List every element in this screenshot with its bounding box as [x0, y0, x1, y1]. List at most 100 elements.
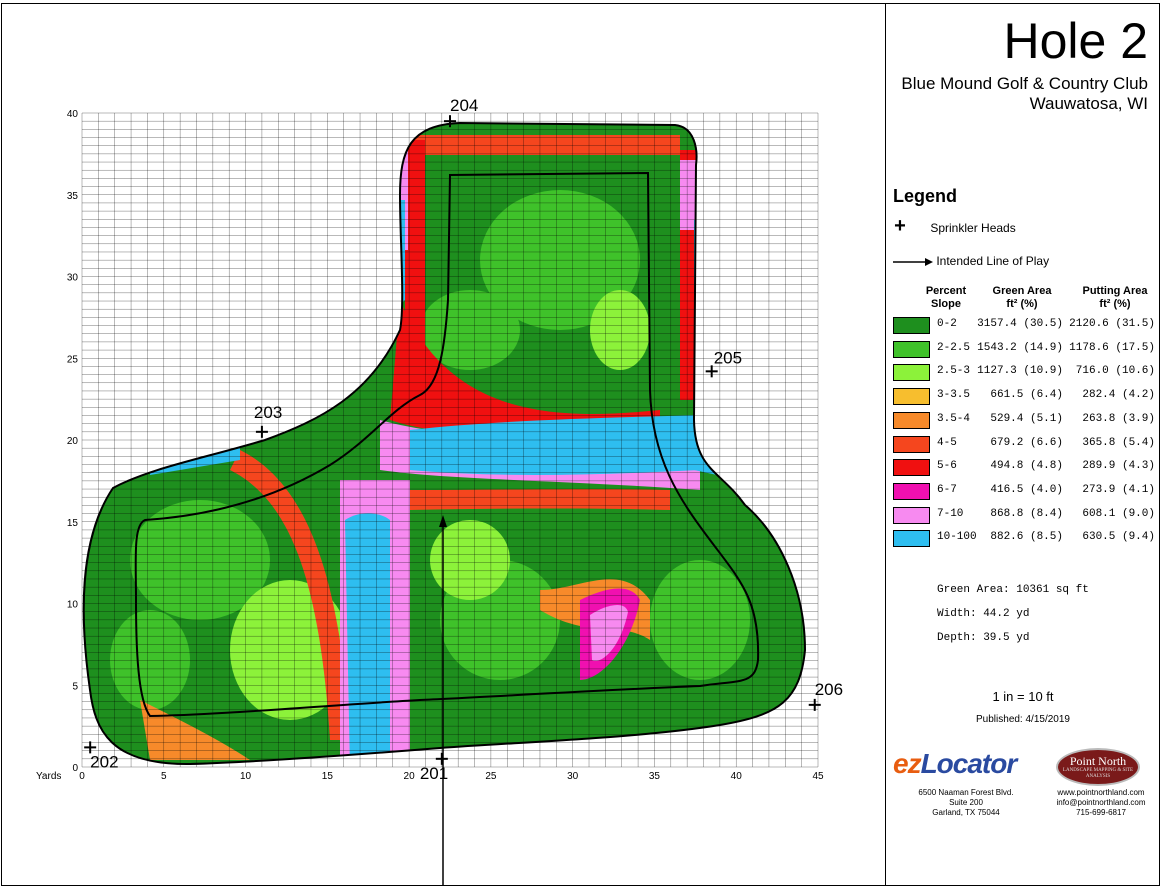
x-tick-label: 35: [649, 771, 661, 782]
column-header-slope: Percent Slope: [922, 285, 970, 311]
green-area-value: 882.6 (8.5): [990, 531, 1063, 544]
putting-area-value: 608.1 (9.0): [1082, 507, 1155, 520]
slope-color-swatch: [893, 317, 930, 334]
y-tick-label: 20: [67, 436, 79, 447]
putting-area-value: 365.8 (5.4): [1082, 436, 1155, 449]
legend-row: 7-10 868.8 (8.4) 608.1 (9.0): [893, 506, 1155, 524]
slope-color-swatch: [893, 388, 930, 406]
x-axis-label: Yards: [36, 771, 61, 782]
legend-row: 0-2 3157.4 (30.5) 2120.6 (31.5): [893, 317, 1155, 334]
y-tick-label: 0: [72, 763, 78, 774]
green-area-value: 1127.3 (10.9): [977, 365, 1063, 378]
green-area-value: 494.8 (4.8): [990, 460, 1063, 473]
point-north-phone: 715-699-6817: [1076, 808, 1126, 817]
putting-area-value: 2120.6 (31.5): [1069, 318, 1155, 330]
x-tick-label: 25: [485, 771, 497, 782]
sprinkler-head-icon: +: [894, 215, 906, 237]
slope-color-swatch: [893, 364, 930, 382]
y-tick-label: 5: [72, 681, 78, 692]
ezlocator-logo-rest: Locator: [920, 748, 1018, 779]
putting-area-value: 1178.6 (17.5): [1069, 341, 1155, 354]
ezlocator-address: 6500 Naaman Forest Blvd. Suite 200 Garla…: [896, 788, 1036, 818]
point-north-tagline: LANDSCAPE MAPPING & SITE ANALYSIS: [1062, 768, 1134, 779]
x-tick-label: 40: [731, 771, 743, 782]
depth-stat: Depth: 39.5 yd: [937, 632, 1030, 644]
column-header-slope-line1: Percent: [925, 285, 967, 297]
green-area-stat: Green Area: 10361 sq ft: [937, 584, 1089, 596]
green-area-value: 661.5 (6.4): [990, 389, 1063, 402]
sprinkler-label: 202: [90, 752, 118, 771]
point-north-website: www.pointnorthland.com: [1057, 788, 1145, 797]
x-tick-label: 15: [322, 771, 334, 782]
legend-row: 2.5-3 1127.3 (10.9) 716.0 (10.6): [893, 364, 1155, 382]
legend-row: 5-6 494.8 (4.8) 289.9 (4.3): [893, 459, 1155, 477]
sprinkler-label: 205: [714, 348, 742, 367]
slope-color-swatch: [893, 435, 930, 453]
slope-range: 3-3.5: [937, 389, 971, 402]
width-stat: Width: 44.2 yd: [937, 608, 1030, 620]
slope-range: 7-10: [937, 507, 964, 520]
line-of-play-icon: [893, 257, 933, 266]
club-name: Blue Mound Golf & Country Club: [901, 74, 1148, 93]
slope-color-swatch: [893, 506, 930, 524]
sprinkler-label: 204: [450, 96, 478, 115]
slope-range: 4-5: [937, 436, 957, 449]
sprinkler-head-202: 202: [84, 741, 119, 771]
sprinkler-head-205: 205: [705, 348, 742, 378]
ezlocator-address-line2: Suite 200: [949, 798, 983, 807]
slope-range: 6-7: [937, 483, 957, 496]
hole-title: Hole 2: [1003, 13, 1148, 69]
club-city: Wauwatosa, WI: [1029, 94, 1148, 113]
sprinkler-head-206: 206: [808, 680, 843, 711]
y-tick-label: 25: [67, 354, 79, 365]
legend-sprinkler-item: + Sprinkler Heads: [893, 216, 1016, 236]
published-date: Published: 4/15/2019: [976, 714, 1070, 725]
x-tick-label: 5: [161, 771, 167, 782]
ezlocator-logo: ezLocator: [893, 748, 1018, 780]
x-tick-label: 10: [240, 771, 252, 782]
column-header-putting-line2: ft² (%): [1099, 298, 1131, 310]
green-area-value: 3157.4 (30.5): [977, 318, 1063, 330]
green-area-value: 868.8 (8.4): [990, 507, 1063, 520]
putting-area-value: 273.9 (4.1): [1082, 483, 1155, 496]
putting-area-value: 282.4 (4.2): [1082, 389, 1155, 402]
x-tick-label: 20: [404, 771, 416, 782]
ezlocator-address-line3: Garland, TX 75044: [932, 808, 1000, 817]
legend-heading: Legend: [893, 186, 958, 206]
green-area-value: 529.4 (5.1): [990, 412, 1063, 425]
y-tick-label: 30: [67, 273, 79, 284]
legend-row: 4-5 679.2 (6.6) 365.8 (5.4): [893, 435, 1155, 453]
slope-color-swatch: [893, 411, 930, 429]
point-north-logo: Point North LANDSCAPE MAPPING & SITE ANA…: [1056, 748, 1140, 786]
slope-color-swatch: [893, 340, 930, 358]
y-tick-label: 35: [67, 191, 79, 202]
map-scale: 1 in = 10 ft: [992, 689, 1054, 704]
legend-row: 2-2.5 1543.2 (14.9) 1178.6 (17.5): [893, 340, 1155, 358]
column-header-putting: Putting Area ft² (%): [1072, 285, 1158, 311]
y-tick-label: 15: [67, 518, 79, 529]
column-header-putting-line1: Putting Area: [1082, 285, 1148, 297]
green-area-value: 679.2 (6.6): [990, 436, 1063, 449]
legend-sprinkler-label: Sprinkler Heads: [930, 221, 1016, 235]
x-tick-label: 45: [812, 771, 824, 782]
green-slope-map: 0 5 10 15 20 25 30 35 40 450510152025303540Yards …: [36, 96, 843, 885]
legend-line-item: Intended Line of Play: [893, 254, 1049, 268]
slope-range: 2-2.5: [937, 341, 971, 354]
slope-range: 0-2: [937, 318, 957, 330]
legend-row: 10-100 882.6 (8.5) 630.5 (9.4): [893, 530, 1155, 548]
green-area-value: 416.5 (4.0): [990, 483, 1063, 496]
ezlocator-logo-ez: ez: [893, 748, 922, 779]
column-header-green: Green Area ft² (%): [982, 285, 1062, 311]
slope-range: 5-6: [937, 460, 957, 473]
slope-color-swatch: [893, 482, 930, 500]
sprinkler-label: 201: [420, 764, 448, 783]
info-panel: Hole 2 Blue Mound Golf & Country Club Wa…: [886, 4, 1160, 884]
sprinkler-head-201: 201: [420, 752, 448, 783]
point-north-email: info@pointnorthland.com: [1056, 798, 1146, 807]
slope-range: 2.5-3: [937, 365, 971, 378]
column-header-green-line2: ft² (%): [1006, 298, 1038, 310]
x-tick-label: 0: [79, 771, 85, 782]
legend-row: 3-3.5 661.5 (6.4) 282.4 (4.2): [893, 388, 1155, 406]
point-north-logo-text: Point North: [1069, 754, 1127, 768]
point-north-contact: www.pointnorthland.com info@pointnorthla…: [1046, 788, 1156, 818]
